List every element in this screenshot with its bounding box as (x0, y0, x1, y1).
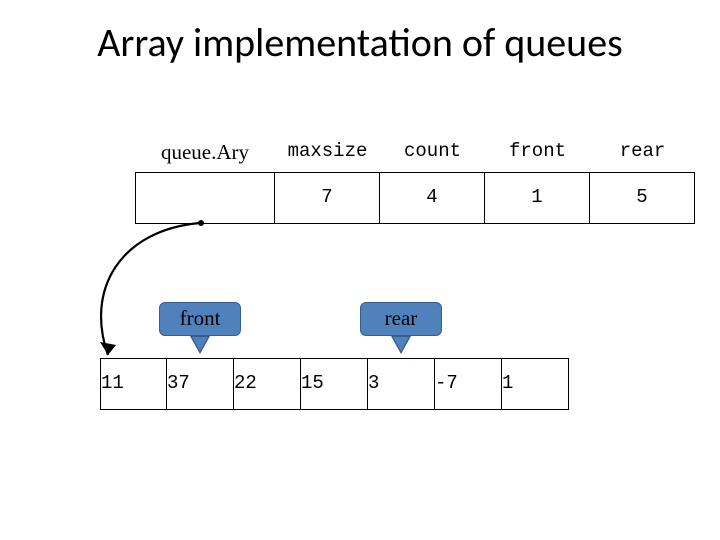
struct-header-row: queue.Ary maxsize count front rear (135, 140, 695, 165)
struct-cell-front: 1 (485, 172, 590, 224)
struct-col-front: front (485, 140, 590, 165)
struct-col-count: count (380, 140, 485, 165)
slide: Array implementation of queues queue.Ary… (0, 0, 720, 540)
array-cell-4: 3 (368, 358, 435, 410)
array-cell-1: 37 (167, 358, 234, 410)
array-cell-2: 22 (234, 358, 301, 410)
slide-title: Array implementation of queues (0, 18, 720, 67)
front-callout: front (159, 302, 241, 336)
struct-col-rear: rear (590, 140, 695, 165)
struct-col-maxsize: maxsize (275, 140, 380, 165)
array-cell-3: 15 (301, 358, 368, 410)
front-callout-arrow (190, 336, 210, 354)
struct-col-queueary: queue.Ary (135, 140, 275, 165)
rear-callout: rear (360, 302, 442, 336)
queueary-pointer-arrow (70, 170, 270, 390)
array-cell-0: 11 (100, 358, 167, 410)
array-cell-5: -7 (435, 358, 502, 410)
rear-callout-arrow (391, 336, 411, 354)
struct-cell-maxsize: 7 (275, 172, 380, 224)
struct-cell-rear: 5 (590, 172, 695, 224)
array-cell-6: 1 (502, 358, 569, 410)
struct-cell-count: 4 (380, 172, 485, 224)
array-row: 11 37 22 15 3 -7 1 (100, 358, 569, 410)
